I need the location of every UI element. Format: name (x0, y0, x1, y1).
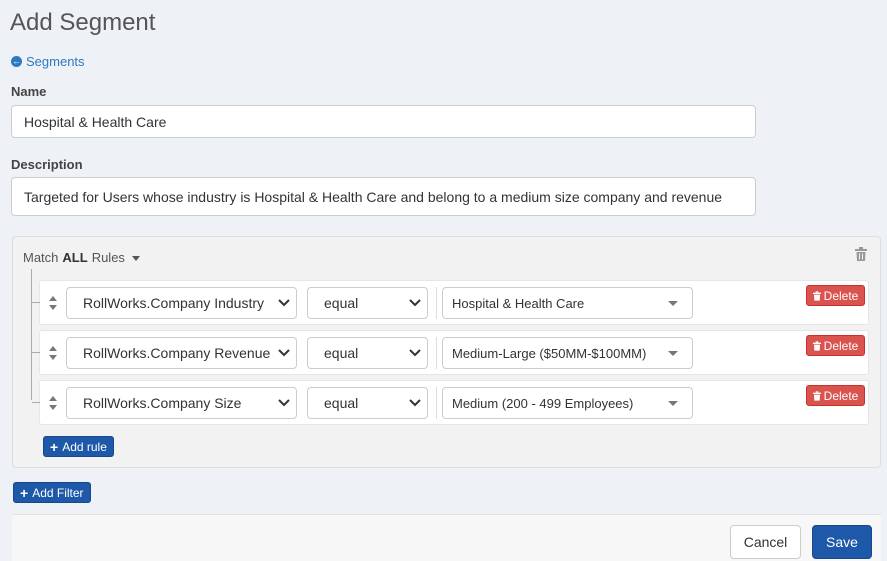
cancel-button[interactable]: Cancel (730, 525, 801, 559)
rule-field-select[interactable]: RollWorks.Company Industry (66, 287, 297, 319)
rule-operator-value: equal (324, 345, 359, 361)
rule-operator-value: equal (324, 295, 359, 311)
rule-row-revenue: RollWorks.Company Revenue equal Medium-L… (32, 330, 869, 375)
sort-icon[interactable] (49, 295, 57, 311)
match-mode-dropdown[interactable]: Match ALL Rules (23, 250, 140, 265)
chevron-down-icon (278, 349, 290, 357)
match-suffix: Rules (91, 250, 125, 265)
add-rule-button[interactable]: + Add rule (43, 436, 114, 457)
chevron-down-icon (409, 399, 421, 407)
rule-operator-select[interactable]: equal (307, 287, 428, 319)
rules-panel: Match ALL Rules RollWorks.Company Indust… (12, 236, 881, 468)
back-link-label: Segments (26, 54, 85, 69)
rule-operator-select[interactable]: equal (307, 387, 428, 419)
rule-value-select[interactable]: Hospital & Health Care (442, 287, 693, 319)
rule-connector (32, 402, 40, 403)
caret-down-icon (668, 301, 678, 306)
rule-row-industry: RollWorks.Company Industry equal Hospita… (32, 280, 869, 325)
rule-value-text: Medium-Large ($50MM-$100MM) (452, 345, 647, 361)
caret-down-icon (131, 256, 140, 261)
rule-divider (436, 287, 437, 319)
form-footer: Cancel Save (12, 514, 881, 561)
rule-field-select[interactable]: RollWorks.Company Revenue (66, 337, 297, 369)
page-title: Add Segment (10, 9, 156, 36)
match-mode: ALL (62, 250, 88, 265)
delete-label: Delete (823, 338, 859, 353)
chevron-down-icon (278, 399, 290, 407)
save-button[interactable]: Save (812, 525, 872, 559)
delete-label: Delete (823, 288, 859, 303)
rule-divider (436, 337, 437, 369)
add-filter-button[interactable]: + Add Filter (13, 482, 91, 503)
rule-field-value: RollWorks.Company Industry (83, 295, 265, 311)
description-input[interactable]: Targeted for Users whose industry is Hos… (11, 177, 756, 216)
delete-label: Delete (823, 388, 859, 403)
chevron-down-icon (409, 349, 421, 357)
rule-value-select[interactable]: Medium (200 - 499 Employees) (442, 387, 693, 419)
sort-icon[interactable] (49, 395, 57, 411)
trash-icon[interactable] (855, 247, 867, 261)
add-filter-label: Add Filter (32, 485, 84, 500)
rule-value-text: Medium (200 - 499 Employees) (452, 395, 634, 411)
chevron-down-icon (278, 299, 290, 307)
rule-field-value: RollWorks.Company Size (83, 395, 242, 411)
trash-icon (812, 340, 821, 351)
caret-down-icon (668, 401, 678, 406)
plus-icon: + (50, 438, 59, 455)
name-input[interactable]: Hospital & Health Care (11, 105, 756, 138)
arrow-circle-left-icon: ← (11, 56, 22, 67)
trash-icon (812, 390, 821, 401)
add-rule-label: Add rule (62, 439, 107, 454)
back-to-segments-link[interactable]: ← Segments (11, 54, 85, 69)
delete-rule-button[interactable]: Delete (806, 285, 865, 306)
rule-operator-select[interactable]: equal (307, 337, 428, 369)
rule-field-select[interactable]: RollWorks.Company Size (66, 387, 297, 419)
rule-divider (436, 387, 437, 419)
caret-down-icon (668, 351, 678, 356)
match-prefix: Match (23, 250, 59, 265)
rule-tree-line (31, 269, 32, 400)
rule-field-value: RollWorks.Company Revenue (83, 345, 271, 361)
sort-icon[interactable] (49, 345, 57, 361)
plus-icon: + (20, 484, 29, 501)
description-label: Description (11, 157, 83, 172)
rule-connector (32, 302, 40, 303)
delete-rule-button[interactable]: Delete (806, 335, 865, 356)
rule-operator-value: equal (324, 395, 359, 411)
name-label: Name (11, 84, 47, 99)
rule-row-size: RollWorks.Company Size equal Medium (200… (32, 380, 869, 425)
rule-connector (32, 352, 40, 353)
rule-value-select[interactable]: Medium-Large ($50MM-$100MM) (442, 337, 693, 369)
delete-rule-button[interactable]: Delete (806, 385, 865, 406)
chevron-down-icon (409, 299, 421, 307)
rule-value-text: Hospital & Health Care (452, 295, 585, 311)
trash-icon (812, 290, 821, 301)
